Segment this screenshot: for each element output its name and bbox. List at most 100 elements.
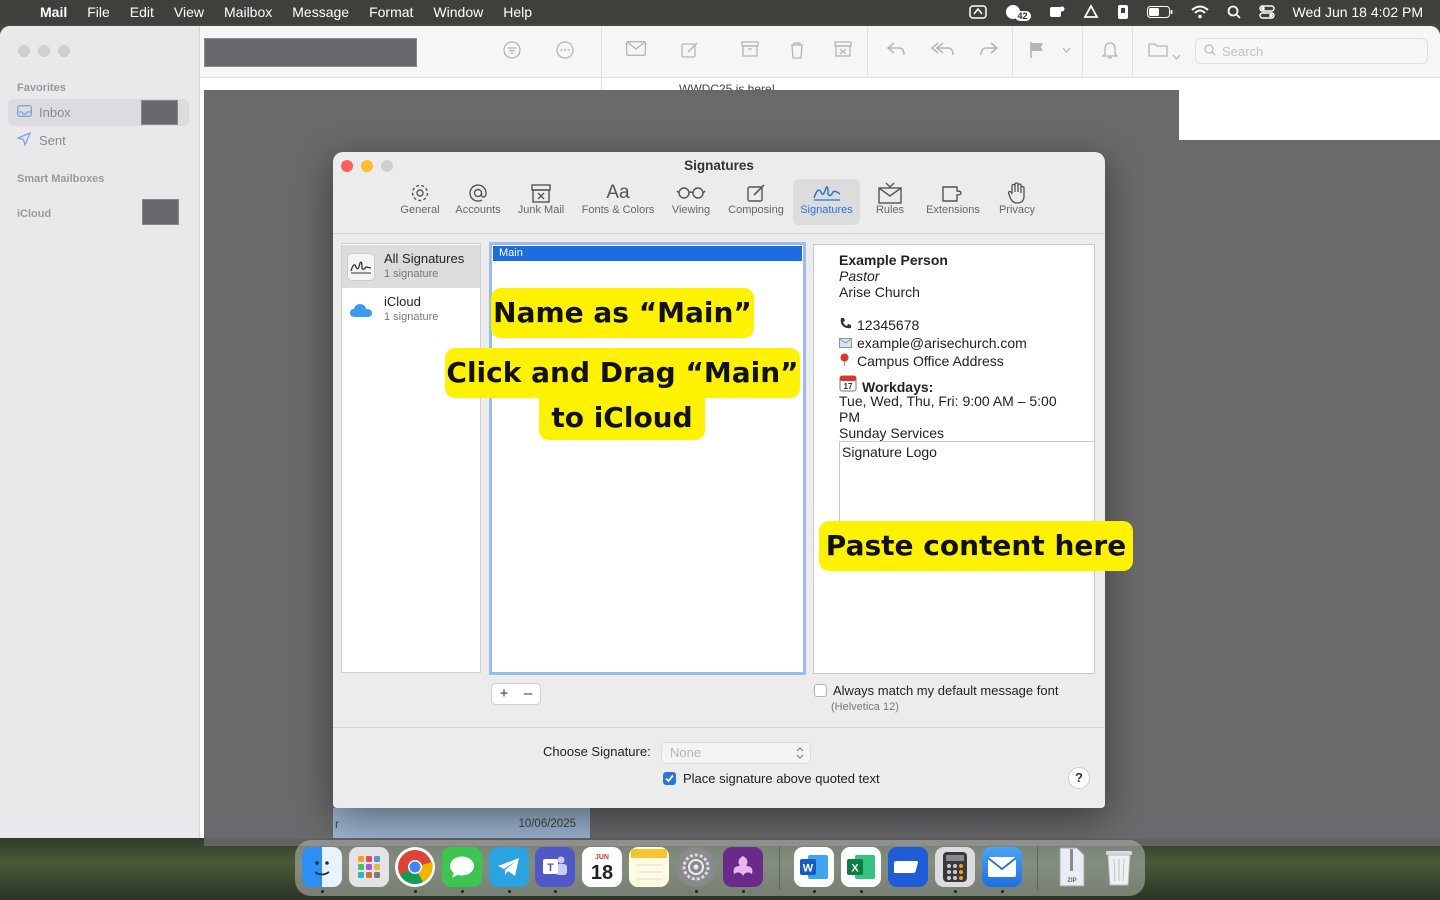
preferences-toolbar: Signatures General Accounts Junk Mail Aa…	[333, 152, 1105, 234]
menubar-clock[interactable]: Wed Jun 18 4:02 PM	[1293, 4, 1423, 20]
menu-message[interactable]: Message	[282, 4, 359, 20]
menu-help[interactable]: Help	[493, 4, 542, 20]
notification-badge: 42	[1014, 11, 1031, 21]
teams-icon[interactable]: T	[535, 847, 575, 887]
place-above-checkbox[interactable]	[663, 772, 676, 785]
get-mail-icon[interactable]	[626, 41, 646, 61]
menu-file[interactable]: File	[77, 4, 120, 20]
redacted-count	[141, 100, 178, 125]
wifi-icon[interactable]	[1190, 5, 1209, 19]
flag-icon[interactable]	[1029, 41, 1045, 63]
tab-rules[interactable]: Rules	[868, 179, 912, 225]
move-folder-icon[interactable]	[1148, 41, 1168, 62]
messages-icon[interactable]	[442, 847, 482, 887]
excel-icon[interactable]: X	[841, 847, 881, 887]
menu-view[interactable]: View	[164, 4, 214, 20]
folder-chevron-down-icon[interactable]	[1172, 45, 1181, 65]
mail-icon[interactable]	[982, 847, 1022, 887]
notification-icon[interactable]: 42	[1005, 3, 1031, 21]
tab-label: Rules	[875, 204, 905, 216]
menu-mailbox[interactable]: Mailbox	[214, 4, 282, 20]
more-icon[interactable]	[556, 41, 574, 64]
signature-preview-editor[interactable]: Example Person Pastor Arise Church 12345…	[813, 244, 1095, 674]
rules-envelope-icon	[878, 182, 902, 204]
reply-all-icon[interactable]	[930, 41, 955, 61]
signature-row-main[interactable]: Main	[493, 246, 802, 261]
zip-archive-icon[interactable]: ZIP	[1052, 847, 1092, 887]
tab-general[interactable]: General	[395, 179, 445, 225]
tab-accounts[interactable]: Accounts	[450, 179, 506, 225]
account-name: iCloud	[384, 294, 421, 309]
chevron-updown-icon	[796, 743, 804, 770]
svg-text:18: 18	[591, 862, 613, 884]
flag-chevron-down-icon[interactable]	[1062, 45, 1071, 56]
icloud-header[interactable]: iCloud	[17, 208, 51, 220]
filter-icon[interactable]	[503, 41, 521, 64]
tab-privacy[interactable]: Privacy	[993, 179, 1041, 225]
tab-fonts-colors[interactable]: Aa Fonts & Colors	[576, 179, 660, 225]
status-app-icon[interactable]	[968, 5, 987, 19]
teams-status-icon[interactable]	[1049, 4, 1065, 20]
spotlight-icon[interactable]	[1227, 5, 1241, 19]
app-status-icon[interactable]	[1117, 4, 1129, 20]
creative-cloud-icon[interactable]	[1082, 4, 1099, 20]
menu-format[interactable]: Format	[359, 4, 423, 20]
account-row-icloud[interactable]: iCloud 1 signature	[342, 288, 480, 331]
forward-icon[interactable]	[979, 41, 999, 61]
account-signature-count: 1 signature	[384, 311, 439, 323]
junk-bin-icon	[530, 182, 552, 204]
archive-icon[interactable]	[741, 41, 759, 62]
word-icon[interactable]: W	[794, 847, 834, 887]
business-app-icon[interactable]	[723, 847, 763, 887]
choose-signature-select[interactable]: None	[661, 742, 811, 764]
mail-toolbar: Search	[200, 26, 1440, 78]
bell-icon[interactable]	[1101, 41, 1119, 64]
help-button[interactable]: ?	[1068, 767, 1090, 789]
callout-paste-content: Paste content here	[819, 521, 1133, 571]
signature-icon	[347, 253, 375, 281]
zoom-window-button[interactable]	[58, 45, 70, 57]
chrome-icon[interactable]	[395, 847, 435, 887]
tab-signatures[interactable]: Signatures	[793, 179, 860, 225]
remove-signature-button[interactable]: –	[516, 684, 540, 704]
calendar-icon[interactable]: JUN 18	[582, 847, 622, 887]
add-signature-button[interactable]: +	[492, 684, 516, 704]
tab-extensions[interactable]: Extensions	[920, 179, 986, 225]
launchpad-icon[interactable]	[349, 847, 389, 887]
match-font-checkbox[interactable]	[814, 684, 827, 697]
account-signature-count: 1 signature	[384, 268, 439, 280]
font-aa-icon: Aa	[606, 182, 630, 203]
calculator-icon[interactable]	[935, 847, 975, 887]
menu-window[interactable]: Window	[423, 4, 493, 20]
message-list-row[interactable]: r 10/06/2025	[333, 808, 590, 838]
trash-icon[interactable]	[789, 41, 805, 64]
finder-icon[interactable]	[302, 847, 342, 887]
message-row-date: 10/06/2025	[518, 818, 576, 830]
signature-logo-placeholder[interactable]: Signature Logo	[839, 441, 1094, 526]
menu-app-name[interactable]: Mail	[30, 4, 77, 20]
trash-icon[interactable]	[1099, 847, 1139, 887]
remote-desktop-icon[interactable]	[888, 847, 928, 887]
reply-icon[interactable]	[886, 41, 906, 61]
system-settings-icon[interactable]	[676, 847, 716, 887]
telegram-icon[interactable]	[489, 847, 529, 887]
tab-junk-mail[interactable]: Junk Mail	[511, 179, 571, 225]
search-icon	[1204, 43, 1216, 59]
add-remove-signature-control: + –	[491, 683, 541, 705]
menu-edit[interactable]: Edit	[120, 4, 164, 20]
callout-drag-line1: Click and Drag “Main”	[445, 348, 800, 398]
notes-icon[interactable]	[629, 847, 669, 887]
svg-text:T: T	[547, 862, 554, 874]
dock: T JUN 18 W X ZIP	[295, 840, 1145, 896]
close-window-button[interactable]	[18, 45, 30, 57]
junk-icon[interactable]	[834, 41, 852, 62]
tab-composing[interactable]: Composing	[722, 179, 790, 225]
search-field[interactable]: Search	[1195, 38, 1428, 64]
compose-icon[interactable]	[681, 41, 699, 64]
battery-icon[interactable]	[1146, 6, 1173, 18]
sidebar-item-sent[interactable]: Sent	[8, 127, 189, 154]
minimize-window-button[interactable]	[38, 45, 50, 57]
control-center-icon[interactable]	[1258, 5, 1275, 19]
tab-viewing[interactable]: Viewing	[666, 179, 716, 225]
account-row-all-signatures[interactable]: All Signatures 1 signature	[342, 245, 480, 288]
